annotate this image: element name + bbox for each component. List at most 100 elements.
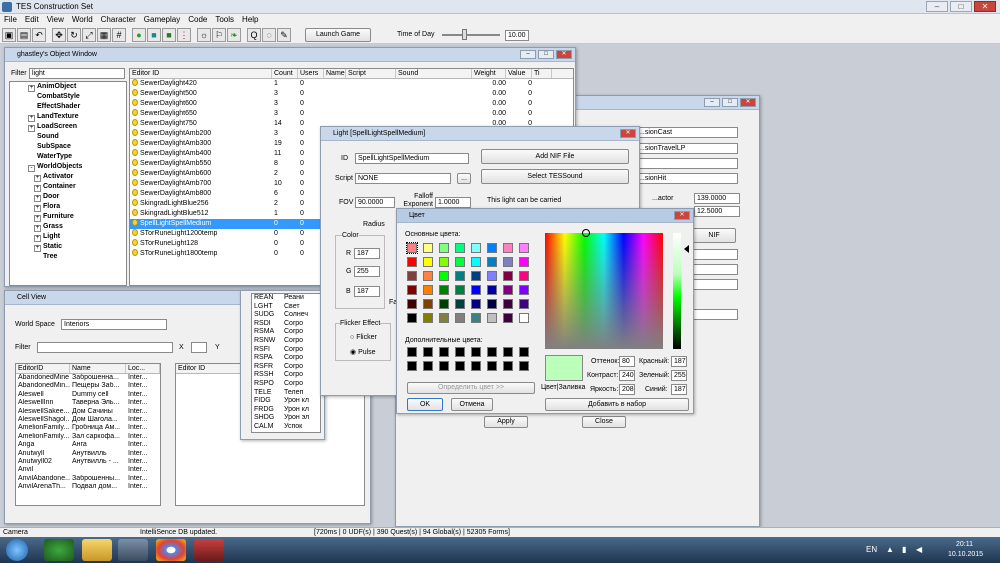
cell-row[interactable]: AleswellShagol... Дом Шагола... Inter... (16, 416, 160, 424)
column-header[interactable]: Editor ID (130, 69, 272, 78)
basic-color-swatch[interactable] (519, 299, 529, 309)
sat-field[interactable]: 240 (619, 370, 635, 381)
basic-color-swatch[interactable] (439, 271, 449, 281)
basic-color-swatch[interactable] (519, 257, 529, 267)
menu-world[interactable]: World (72, 14, 93, 26)
cell-row[interactable]: Anga Анга Inter... (16, 441, 160, 449)
cell-column-header[interactable]: Loc... (126, 364, 160, 373)
tree-node[interactable]: + Activator (28, 172, 126, 182)
cell-column-header[interactable]: Name (70, 364, 126, 373)
cell-row[interactable]: Aleswell Dummy cell Inter... (16, 391, 160, 399)
tree-node[interactable]: SubSpace (28, 142, 126, 152)
script-dropdown[interactable]: NONE (355, 173, 451, 184)
column-header[interactable]: Script (346, 69, 396, 78)
cell-list[interactable]: EditorID Name Loc... AbandonedMine Заброшенн… (15, 363, 161, 506)
basic-color-swatch[interactable] (407, 271, 417, 281)
basic-color-swatch[interactable] (503, 243, 513, 253)
basic-color-swatch[interactable] (471, 299, 481, 309)
custom-color-swatch[interactable] (439, 347, 449, 357)
luminance-slider[interactable] (673, 233, 681, 349)
expand-icon[interactable]: + (28, 85, 35, 92)
basic-color-swatch[interactable] (519, 285, 529, 295)
custom-color-swatch[interactable] (487, 361, 497, 371)
dropdown-hit[interactable]: ...sionHit (636, 173, 738, 184)
open-icon[interactable]: ▤ (17, 28, 31, 42)
tree-node[interactable]: + Light (28, 232, 126, 242)
tree-node[interactable]: + Flora (28, 202, 126, 212)
basic-color-swatch[interactable] (423, 299, 433, 309)
column-header[interactable]: Value (506, 69, 532, 78)
column-header[interactable]: Weight (472, 69, 506, 78)
basic-color-swatch[interactable] (503, 257, 513, 267)
effect-row[interactable]: RSSH Corpo (252, 371, 320, 380)
network-icon[interactable]: ▮ (902, 545, 906, 554)
worldspace-dropdown[interactable]: Interiors (61, 319, 167, 330)
custom-color-swatch[interactable] (407, 347, 417, 357)
cs-taskbar-icon[interactable] (194, 539, 224, 561)
basic-color-swatch[interactable] (455, 271, 465, 281)
effect-row[interactable]: FIDG Урон кл (252, 397, 320, 406)
effect-row[interactable]: RSPO Corpo (252, 380, 320, 389)
chrome-taskbar-icon[interactable] (156, 539, 186, 561)
basic-color-swatch[interactable] (487, 271, 497, 281)
game-taskbar-icon[interactable] (118, 539, 148, 561)
dropdown-a[interactable] (692, 249, 738, 260)
water-icon[interactable]: ■ (147, 28, 161, 42)
column-header[interactable]: Ti (532, 69, 552, 78)
effect-row[interactable]: SHDG Урон эл (252, 414, 320, 423)
dropdown-c[interactable] (692, 279, 738, 290)
tree-node[interactable]: + Container (28, 182, 126, 192)
basic-color-swatch[interactable] (406, 242, 418, 254)
expand-icon[interactable]: + (34, 175, 41, 182)
basic-color-swatch[interactable] (471, 313, 481, 323)
grid-icon[interactable]: # (112, 28, 126, 42)
custom-color-swatch[interactable] (455, 347, 465, 357)
maximize-icon[interactable]: □ (950, 1, 972, 12)
close-icon[interactable]: ✕ (740, 98, 756, 107)
tree-node[interactable]: EffectShader (28, 102, 126, 112)
landscape-icon[interactable]: ● (132, 28, 146, 42)
basic-color-swatch[interactable] (439, 257, 449, 267)
filter-input[interactable]: light (29, 68, 125, 79)
close-icon[interactable]: ✕ (620, 129, 636, 138)
leaf-icon[interactable]: ❧ (227, 28, 241, 42)
basic-color-swatch[interactable] (439, 313, 449, 323)
tree-node[interactable]: WaterType (28, 152, 126, 162)
cancel-button[interactable]: Отмена (451, 398, 493, 411)
tree-node[interactable]: + Furniture (28, 212, 126, 222)
expand-icon[interactable]: + (34, 185, 41, 192)
effect-row[interactable]: RSPA Corpo (252, 354, 320, 363)
maximize-icon[interactable]: □ (722, 98, 738, 107)
tree-node[interactable]: + AnimObject (28, 82, 126, 92)
language-indicator[interactable]: EN (866, 545, 877, 554)
save-icon[interactable]: ▣ (2, 28, 16, 42)
pulse-radio[interactable]: ◉ Pulse (350, 348, 376, 356)
start-button[interactable] (6, 539, 28, 561)
effect-row[interactable]: RSNW Corpo (252, 337, 320, 346)
basic-color-swatch[interactable] (439, 299, 449, 309)
red-field[interactable]: 187 (671, 356, 687, 367)
basic-color-swatch[interactable] (455, 285, 465, 295)
object-tree[interactable]: + AnimObject CombatStyle EffectShader + LandT… (9, 81, 127, 286)
column-header[interactable]: Users (298, 69, 324, 78)
tree-node[interactable]: + LoadScreen (28, 122, 126, 132)
cell-row[interactable]: AnvilArenaTh... Подвал дом... Inter... (16, 483, 160, 491)
tree-node[interactable]: + Static (28, 242, 126, 252)
light-icon[interactable]: ☼ (197, 28, 211, 42)
custom-color-swatch[interactable] (423, 347, 433, 357)
menu-edit[interactable]: Edit (25, 14, 39, 26)
table-row[interactable]: SewerDaylight600 3 0 0.00 0 (130, 99, 573, 109)
basic-color-swatch[interactable] (487, 257, 497, 267)
basic-color-swatch[interactable] (439, 285, 449, 295)
basic-color-swatch[interactable] (471, 257, 481, 267)
effect-row[interactable]: LGHT Свет (252, 303, 320, 312)
flicker-radio[interactable]: ○ Flicker (350, 334, 377, 341)
basic-color-swatch[interactable] (487, 243, 497, 253)
basic-color-swatch[interactable] (455, 243, 465, 253)
menu-gameplay[interactable]: Gameplay (144, 14, 180, 26)
custom-color-swatch[interactable] (407, 361, 417, 371)
effect-row[interactable]: SUDG Солнеч (252, 311, 320, 320)
dropdown-travel[interactable]: ...sionTravelLP (636, 143, 738, 154)
pencil-icon[interactable]: ✎ (277, 28, 291, 42)
expand-icon[interactable]: + (34, 245, 41, 252)
